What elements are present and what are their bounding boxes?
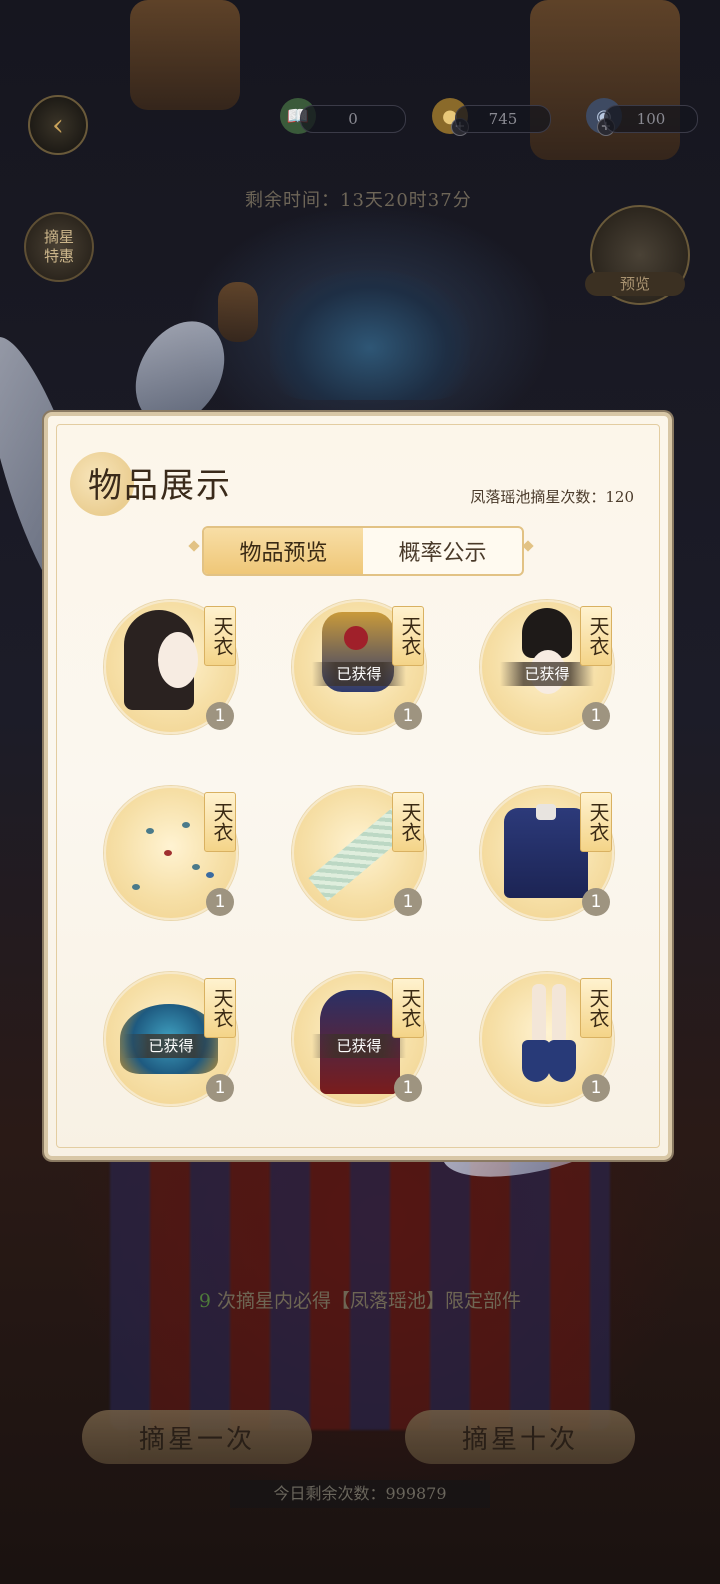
panel-title: 物品展示: [88, 466, 232, 506]
item-card[interactable]: 已获得 天衣 1: [292, 972, 426, 1106]
remaining-time: 剩余时间：13天20时37分: [245, 190, 472, 211]
rarity-badge: 天衣: [204, 978, 236, 1038]
item-card[interactable]: 已获得 天衣 1: [480, 600, 614, 734]
rarity-badge: 天衣: [580, 606, 612, 666]
bird-icon: [192, 864, 200, 870]
leg-art: [552, 984, 566, 1044]
guarantee-text: 9 次摘星内必得【凤落瑶池】限定部件: [0, 1286, 720, 1313]
item-display-panel: 物品展示 凤落瑶池摘星次数：120 物品预览 概率公示 天衣 1 已获得 天衣 …: [44, 412, 672, 1160]
bird-icon: [132, 884, 140, 890]
tab-probability[interactable]: 概率公示: [363, 528, 522, 574]
rarity-badge: 天衣: [204, 792, 236, 852]
ruby-icon: [344, 626, 368, 650]
lantern-right: [530, 0, 680, 160]
bird-icon: [164, 850, 172, 856]
character-crown: [270, 270, 470, 400]
item-card[interactable]: 已获得 天衣 1: [292, 600, 426, 734]
bird-icon: [146, 828, 154, 834]
currency-book: 0: [300, 105, 406, 133]
item-quantity: 1: [582, 702, 610, 730]
rarity-badge: 天衣: [580, 792, 612, 852]
pull-count: 凤落瑶池摘星次数：120: [470, 488, 634, 506]
draw-once-button[interactable]: 摘星一次: [82, 1410, 312, 1464]
guarantee-desc: 次摘星内必得【凤落瑶池】限定部件: [211, 1290, 522, 1312]
lantern-left: [130, 0, 240, 110]
item-card[interactable]: 已获得 天衣 1: [104, 972, 238, 1106]
tab-ornament-right-icon: [522, 540, 534, 552]
item-quantity: 1: [206, 702, 234, 730]
leg-art: [532, 984, 546, 1044]
star-offer-label: 摘星 特惠: [43, 228, 74, 265]
tab-bar: 物品预览 概率公示: [202, 526, 524, 576]
bird-icon: [206, 872, 214, 878]
item-quantity: 1: [394, 888, 422, 916]
currency-coin: 745: [455, 105, 551, 133]
rarity-badge: 天衣: [580, 978, 612, 1038]
owned-label: 已获得: [312, 1034, 406, 1058]
tab-item-preview[interactable]: 物品预览: [204, 528, 363, 574]
rarity-badge: 天衣: [392, 978, 424, 1038]
item-quantity: 1: [582, 888, 610, 916]
face-art: [158, 632, 198, 688]
back-button[interactable]: ‹: [28, 95, 88, 155]
owned-label: 已获得: [124, 1034, 218, 1058]
tab-ornament-left-icon: [188, 540, 200, 552]
remaining-draws: 今日剩余次数：999879: [230, 1480, 490, 1508]
owned-label: 已获得: [312, 662, 406, 686]
preview-label[interactable]: 预览: [585, 272, 685, 296]
currency-orb: 100: [604, 105, 698, 133]
item-card[interactable]: 天衣 1: [104, 600, 238, 734]
rarity-badge: 天衣: [392, 606, 424, 666]
item-card[interactable]: 天衣 1: [480, 972, 614, 1106]
lantern-small: [218, 282, 258, 342]
blue-jacket-art: [504, 808, 588, 898]
guarantee-count: 9: [198, 1290, 212, 1312]
shoe-icon: [548, 1040, 576, 1082]
item-quantity: 1: [394, 1074, 422, 1102]
arrow-left-icon: ‹: [52, 107, 64, 143]
rarity-badge: 天衣: [204, 606, 236, 666]
shoe-icon: [522, 1040, 550, 1082]
rarity-badge: 天衣: [392, 792, 424, 852]
item-card[interactable]: 天衣 1: [292, 786, 426, 920]
bird-icon: [182, 822, 190, 828]
star-offer-button[interactable]: 摘星 特惠: [24, 212, 94, 282]
item-quantity: 1: [206, 1074, 234, 1102]
item-card[interactable]: 天衣 1: [480, 786, 614, 920]
draw-ten-button[interactable]: 摘星十次: [405, 1410, 635, 1464]
collar-art: [536, 804, 556, 820]
item-quantity: 1: [206, 888, 234, 916]
owned-label: 已获得: [500, 662, 594, 686]
item-card[interactable]: 天衣 1: [104, 786, 238, 920]
item-quantity: 1: [582, 1074, 610, 1102]
item-quantity: 1: [394, 702, 422, 730]
